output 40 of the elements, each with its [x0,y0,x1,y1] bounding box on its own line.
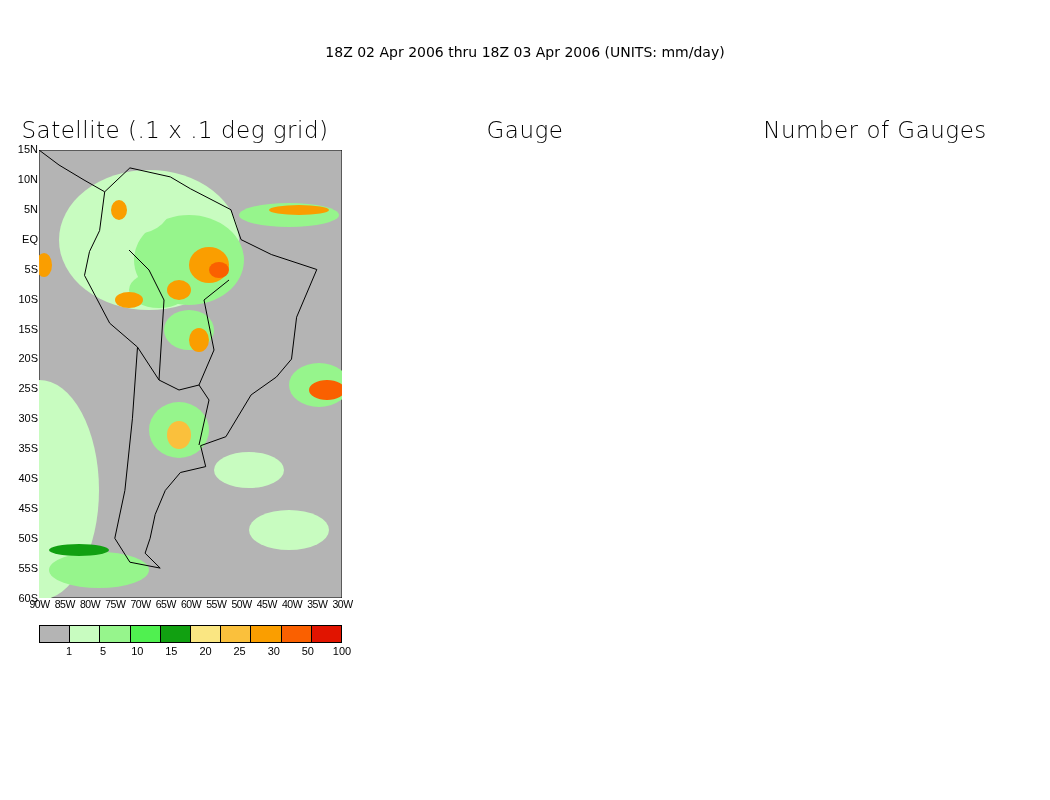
latitude-label: 40S [18,472,38,486]
scale-label: 25 [232,645,247,657]
latitude-label: 20S [18,352,38,366]
latitude-label: 35S [18,442,38,456]
scale-label: 1 [64,645,74,657]
plot-title: 18Z 02 Apr 2006 thru 18Z 03 Apr 2006 (UNITS: mm/day) [324,43,726,62]
longitude-label: 70W [129,598,152,612]
longitude-label: 65W [154,598,178,612]
longitude-label: 35W [306,598,329,612]
panel-heading: Gauge [486,118,564,142]
longitude-label: 60W [179,598,203,612]
scale-label: 20 [198,645,213,657]
longitude-label: 85W [53,598,77,612]
longitude-label: 80W [78,598,102,612]
latitude-label: 10N [17,172,38,186]
latitude-label: 5S [24,262,38,276]
latitude-label: 10S [18,292,38,306]
scale-label: 5 [99,645,108,657]
latitude-label: 15S [18,322,38,336]
scale-label: 10 [130,645,145,657]
latitude-label: 50S [18,532,38,545]
latitude-label: 25S [18,382,38,396]
scale-label: 15 [164,645,179,657]
scale-label: 50 [300,645,315,657]
latitude-label: 55S [18,561,38,575]
latitude-label: 45S [18,502,38,516]
longitude-label: 75W [104,598,127,612]
scale-label: 30 [266,645,281,657]
latitude-label: 15N [17,143,38,156]
latitude-label: EQ [22,232,38,246]
longitude-label: 45W [255,598,279,612]
longitude-label: 30W [331,598,354,612]
scale-label: 100 [331,645,353,657]
latitude-label: 5N [23,202,38,216]
panel-heading: Number of Gauges [763,118,987,142]
longitude-label: 40W [280,598,304,612]
longitude-label: 50W [230,598,253,612]
panel-heading: Satellite (.1 x .1 deg grid) [21,118,329,142]
longitude-label: 55W [205,598,228,612]
latitude-label: 30S [18,412,38,426]
